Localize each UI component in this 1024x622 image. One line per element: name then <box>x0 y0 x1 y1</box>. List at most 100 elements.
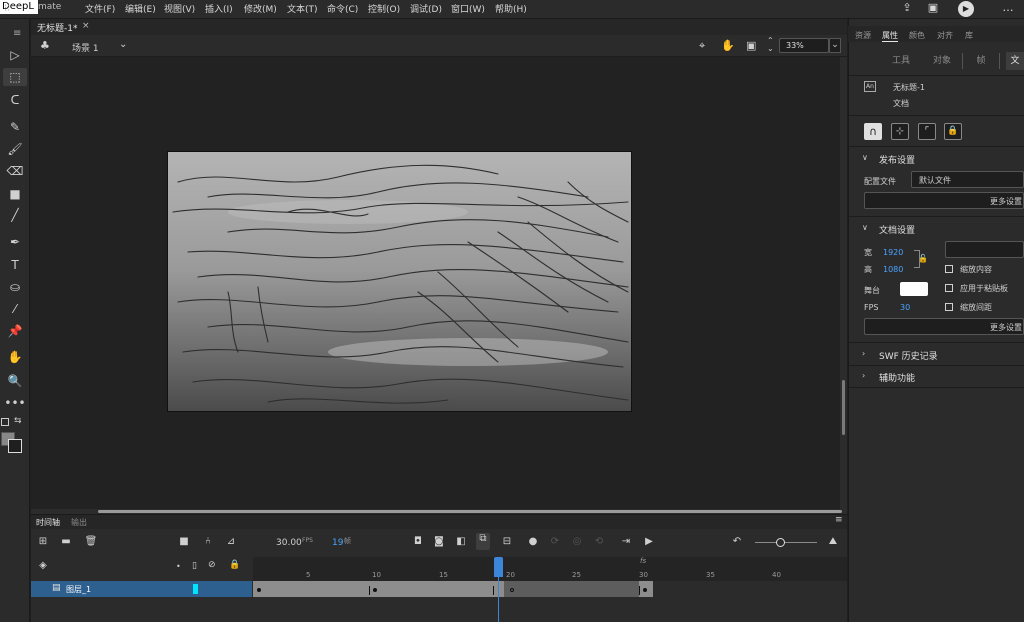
document-tab[interactable]: 无标题-1* <box>37 21 77 34</box>
blank-keyframe-dot[interactable] <box>510 588 514 592</box>
menu-insert[interactable]: 插入(I) <box>205 2 233 15</box>
menu-edit[interactable]: 编辑(E) <box>125 2 156 15</box>
graph-icon[interactable]: ⊿ <box>224 536 238 547</box>
horizontal-scroll-thumb[interactable] <box>98 510 842 513</box>
keyframe-dot[interactable] <box>257 588 261 592</box>
swf-history-title[interactable]: SWF 历史记录 <box>879 349 938 362</box>
undo-timeline-icon[interactable]: ↶ <box>730 536 744 547</box>
frame-ruler[interactable] <box>253 557 847 581</box>
tab-align[interactable]: 对齐 <box>937 30 953 41</box>
create-tween-icon[interactable]: ● <box>526 536 540 547</box>
zoom-tool-icon[interactable]: 🔍 <box>3 372 27 390</box>
dot-icon[interactable]: • <box>176 562 181 571</box>
center-stage-icon[interactable]: ⌖ <box>699 39 705 53</box>
link-dimensions-icon[interactable]: 🔓 <box>918 254 928 263</box>
menu-commands[interactable]: 命令(C) <box>327 2 358 15</box>
rotate-stage-icon[interactable]: ✋ <box>721 39 735 52</box>
clip-stage-icon[interactable]: ▣ <box>746 39 756 52</box>
playhead-handle[interactable] <box>494 557 503 577</box>
size-dropdown[interactable] <box>945 241 1024 258</box>
menu-file[interactable]: 文件(F) <box>85 2 115 15</box>
lock-layers-icon[interactable]: 🔒 <box>229 560 240 570</box>
timeline-menu-icon[interactable]: ≡ <box>835 515 843 525</box>
stage-color-swatch[interactable] <box>900 282 928 296</box>
paint-brush-tool-icon[interactable]: ✎ <box>3 118 27 136</box>
insert-frame-icon[interactable]: ◧ <box>454 536 468 547</box>
segment-frame[interactable]: 帧 <box>964 52 998 70</box>
brush-tool-icon[interactable]: 🖌 <box>3 140 27 158</box>
onion-skin-icon[interactable]: ⧉ <box>476 533 490 550</box>
tab-library[interactable]: 库 <box>965 30 973 41</box>
test-movie-icon[interactable]: ▶ <box>958 1 974 17</box>
workspace-layout-icon[interactable]: ▣ <box>926 1 940 15</box>
width-value[interactable]: 1920 <box>883 248 903 257</box>
layer-name[interactable]: 图层_1 <box>66 584 91 595</box>
publish-settings-title[interactable]: 发布设置 <box>879 153 915 166</box>
tools-menu-icon[interactable]: ≡ <box>13 28 21 39</box>
more-tools-icon[interactable]: ••• <box>3 394 27 412</box>
tab-assets[interactable]: 资源 <box>855 30 871 41</box>
segment-tool[interactable]: 工具 <box>880 52 922 70</box>
line-tool-icon[interactable]: ╱ <box>3 206 27 224</box>
timeline-zoom-slider[interactable] <box>755 542 817 543</box>
close-tab-icon[interactable]: × <box>82 21 90 31</box>
selection-tool-icon[interactable]: ▷ <box>3 46 27 64</box>
default-colors-icon[interactable] <box>1 418 9 426</box>
hand-tool-icon[interactable]: ✋ <box>3 348 27 366</box>
keyframe-dot[interactable] <box>643 588 647 592</box>
vertical-scroll-thumb[interactable] <box>842 380 845 435</box>
eraser-tool-icon[interactable]: ⌫ <box>3 162 27 180</box>
camera-icon[interactable]: ■ <box>177 536 191 547</box>
layer-color-tag[interactable] <box>193 584 198 594</box>
insert-keyframe-icon[interactable]: ◘ <box>411 536 425 547</box>
more-icon[interactable]: … <box>1001 1 1015 15</box>
layer-parenting-icon[interactable]: ⑃ <box>201 536 215 547</box>
frame-value[interactable]: 19 <box>332 538 343 548</box>
scene-label[interactable]: 场景 1 <box>72 41 99 54</box>
menu-view[interactable]: 视图(V) <box>164 2 195 15</box>
menu-window[interactable]: 窗口(W) <box>451 2 485 15</box>
remove-frame-icon[interactable]: ⊟ <box>500 536 514 547</box>
vertical-scrollbar[interactable] <box>840 57 847 509</box>
menu-debug[interactable]: 调试(D) <box>410 2 442 15</box>
scale-content-checkbox[interactable] <box>945 265 953 273</box>
segment-document[interactable]: 文 <box>1006 52 1024 70</box>
share-icon[interactable]: ⇪ <box>900 1 914 15</box>
scene-dropdown-icon[interactable]: ⌄ <box>119 39 127 50</box>
menu-text[interactable]: 文本(T) <box>287 2 318 15</box>
lock-icon[interactable]: 🔒 <box>944 123 962 140</box>
chevron-right-icon[interactable]: › <box>862 371 865 380</box>
tab-properties[interactable]: 属性 <box>882 30 898 42</box>
segment-object[interactable]: 对象 <box>921 52 963 70</box>
delete-layer-icon[interactable]: 🗑 <box>84 536 98 547</box>
chevron-right-icon[interactable]: › <box>862 349 865 358</box>
fill-color-swatch[interactable] <box>8 439 22 453</box>
scale-spacing-checkbox[interactable] <box>945 303 953 311</box>
fps-value[interactable]: 30.00 <box>276 538 302 548</box>
play-icon[interactable]: ▶ <box>642 536 656 547</box>
frame-span-selected[interactable] <box>504 581 639 597</box>
corner-icon[interactable]: ⌜ <box>918 123 936 140</box>
new-layer-icon[interactable]: ⊞ <box>36 536 50 547</box>
insert-blank-keyframe-icon[interactable]: ◙ <box>432 536 446 547</box>
menu-control[interactable]: 控制(O) <box>368 2 400 15</box>
eyedropper-tool-icon[interactable]: ⁄ <box>3 300 27 318</box>
timeline-zoom-mountain-icon[interactable]: ⛰ <box>826 536 840 547</box>
keyframe-dot[interactable] <box>373 588 377 592</box>
paint-bucket-tool-icon[interactable]: ⛀ <box>3 278 27 296</box>
menu-modify[interactable]: 修改(M) <box>244 2 277 15</box>
tab-output[interactable]: 输出 <box>71 517 87 528</box>
accessibility-title[interactable]: 辅助功能 <box>879 371 915 384</box>
height-value[interactable]: 1080 <box>883 265 903 274</box>
zoom-dropdown-icon[interactable]: ⌄ <box>829 38 841 53</box>
timeline-zoom-handle[interactable] <box>776 538 785 547</box>
tab-timeline[interactable]: 时间轴 <box>36 517 60 528</box>
menu-help[interactable]: 帮助(H) <box>495 2 527 15</box>
swap-colors-icon[interactable]: ⇆ <box>14 416 22 426</box>
chevron-down-icon[interactable]: ∨ <box>862 153 868 162</box>
tab-color[interactable]: 颜色 <box>909 30 925 41</box>
new-folder-icon[interactable]: ▬ <box>59 536 73 547</box>
loop-icon[interactable]: ⇥ <box>619 536 633 547</box>
apply-pasteboard-checkbox[interactable] <box>945 284 953 292</box>
tools-grip-icon[interactable]: ⁝⁝ <box>4 3 10 14</box>
